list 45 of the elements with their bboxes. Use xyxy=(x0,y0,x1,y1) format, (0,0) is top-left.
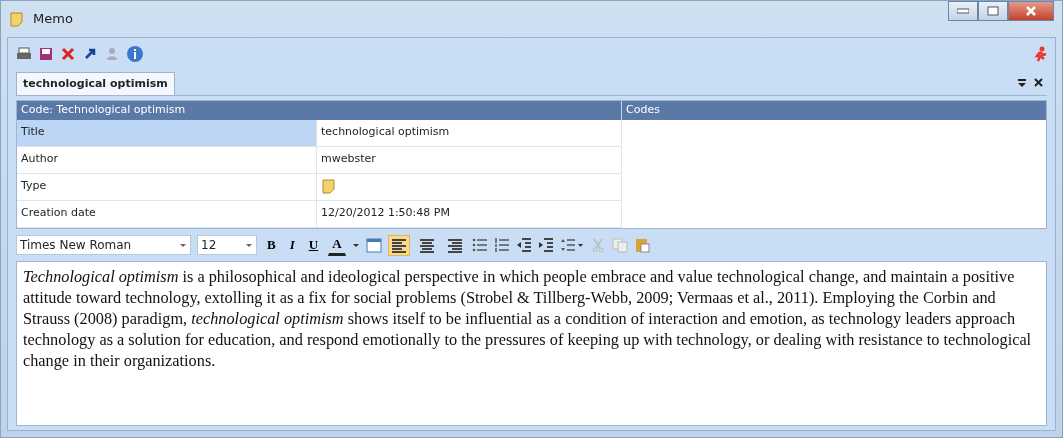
print-icon[interactable] xyxy=(16,46,32,62)
column-header: Code: Technological optimism xyxy=(17,101,622,120)
save-icon[interactable] xyxy=(38,46,54,62)
close-icon xyxy=(1025,6,1037,16)
size-dropdown[interactable]: 12 xyxy=(197,235,257,255)
info-icon[interactable] xyxy=(126,45,144,63)
close-icon[interactable] xyxy=(1033,77,1045,89)
calendar-icon[interactable] xyxy=(365,237,382,253)
property-value: mwebster xyxy=(317,147,622,174)
close-button[interactable] xyxy=(1008,1,1054,21)
bold-button[interactable]: B xyxy=(263,235,280,255)
property-value: technological optimism xyxy=(317,120,622,147)
align-button[interactable] xyxy=(387,234,410,256)
memo-icon xyxy=(9,11,25,27)
minimize-icon xyxy=(957,8,969,14)
tab[interactable]: technological optimism xyxy=(16,71,175,95)
italic-button[interactable]: I xyxy=(285,235,299,255)
bullet-list-icon[interactable] xyxy=(471,237,488,253)
font-dropdown[interactable]: Times New Roman xyxy=(16,235,191,255)
paste-icon[interactable] xyxy=(633,237,650,253)
indent-icon[interactable] xyxy=(537,237,554,253)
window-title: Memo xyxy=(33,10,73,29)
delete-icon[interactable] xyxy=(60,46,76,62)
maximize-icon xyxy=(987,6,999,16)
text-editor[interactable] xyxy=(16,261,1047,426)
color-button[interactable]: A xyxy=(328,234,346,256)
dropdown-icon[interactable] xyxy=(1017,77,1027,89)
caret-icon xyxy=(246,243,252,247)
memo-text: Technological optimism is a philosophical and ideological perspective in which people embrace and value technological change, and maintain a positive attitude toward technology, extolling it as a fix for social problems (Strobel & Tillberg-Webb, 2009; Vermaas et al., 2011). Employing the Corbin and Strauss (2008) paradigm, technological optimism shows itself to be influential as a condition of interaction and emotion, as technology leaders approach technology as a solution for education, and respond emotionally to the pressures of keeping up with technology, or dealing with resistance to technological change in their organizations. xyxy=(23,266,1033,371)
property-label[interactable]: Creation date xyxy=(17,201,317,228)
underline-button[interactable]: U xyxy=(304,235,323,255)
maximize-button[interactable] xyxy=(978,1,1008,21)
property-label[interactable]: Type xyxy=(17,174,317,201)
property-label[interactable]: Author xyxy=(17,147,317,174)
line-spacing-icon[interactable] xyxy=(559,237,584,253)
minimize-button[interactable] xyxy=(948,1,978,21)
property-value: 12/20/2012 1:50:48 PM xyxy=(317,201,622,228)
numbered-list-icon[interactable] xyxy=(493,237,510,253)
cut-icon xyxy=(589,237,606,253)
caret-icon xyxy=(180,243,186,247)
memo-icon xyxy=(321,178,337,194)
copy-icon xyxy=(611,237,628,253)
outdent-icon[interactable] xyxy=(515,237,532,253)
column-header: Codes xyxy=(622,101,1046,120)
property-label[interactable]: Title xyxy=(17,120,317,147)
